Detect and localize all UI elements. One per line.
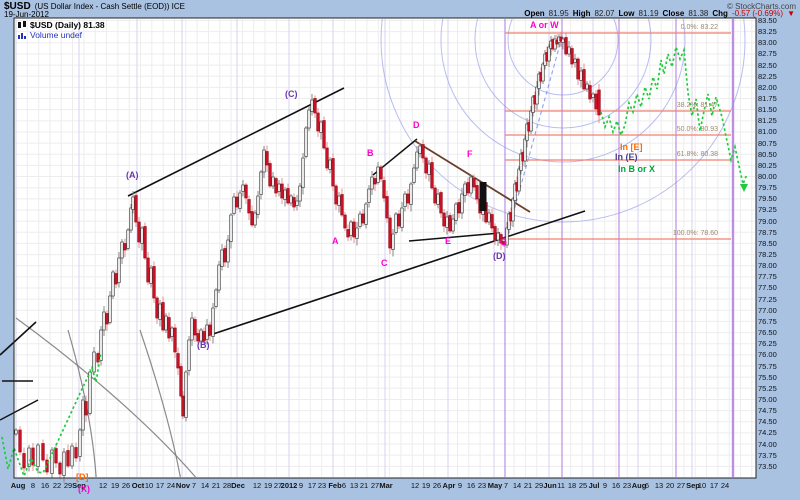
price-legend-text: $USD (Daily) 81.38 (30, 20, 105, 30)
y-axis-label: 78.75 (758, 227, 777, 237)
y-axis-label: 82.50 (758, 60, 777, 70)
y-axis-label: 81.50 (758, 105, 777, 115)
annotation-a-or-w: A or W (530, 20, 559, 30)
volume-series-icon (18, 33, 26, 39)
annotation-c: (C) (285, 89, 298, 99)
annotation-g: G (500, 237, 508, 247)
y-axis-label: 83.50 (758, 16, 777, 26)
y-axis-label: 80.00 (758, 172, 777, 182)
annotation-in-e: In (E) (615, 152, 638, 162)
volume-legend-text: Volume undef (30, 30, 82, 40)
y-axis-label: 75.00 (758, 394, 777, 404)
y-axis-label: 77.25 (758, 294, 777, 304)
annotation-d: (D) (493, 251, 506, 261)
y-axis-label: 77.00 (758, 305, 777, 315)
y-axis-label: 78.00 (758, 261, 777, 271)
y-axis-label: 78.25 (758, 250, 777, 260)
y-axis-label: 79.75 (758, 183, 777, 193)
y-axis-label: 79.50 (758, 194, 777, 204)
y-axis-label: 74.75 (758, 406, 777, 416)
annotation-b: (B) (197, 340, 210, 350)
y-axis-label: 74.25 (758, 428, 777, 438)
y-axis-label: 82.00 (758, 82, 777, 92)
annotation-a: (A) (126, 170, 139, 180)
x-axis-label: 24 (720, 481, 730, 490)
y-axis-label: 83.25 (758, 27, 777, 37)
y-axis-label: 75.25 (758, 383, 777, 393)
y-axis-label: 82.25 (758, 71, 777, 81)
annotation-in-e: In [E] (620, 142, 643, 152)
y-axis-label: 79.00 (758, 216, 777, 226)
price-chart-plot (0, 17, 757, 483)
annotation-f: F (467, 149, 473, 159)
y-axis-label: 73.50 (758, 461, 777, 471)
y-axis-label: 83.00 (758, 38, 777, 48)
y-axis-label: 76.25 (758, 339, 777, 349)
y-axis-label: 75.50 (758, 372, 777, 382)
y-axis-label: 74.00 (758, 439, 777, 449)
fib-level-label: 50.0%: 80.93 (676, 126, 718, 133)
candlestick-series-icon (18, 21, 26, 28)
fib-level-label: 0.0%: 83.22 (680, 24, 718, 31)
annotation-x: (X) (78, 484, 90, 494)
annotation-in-b-or-x: In B or X (618, 164, 656, 174)
y-axis-label: 80.75 (758, 138, 777, 148)
y-axis-label: 82.75 (758, 49, 777, 59)
price-legend: $USD (Daily) 81.38 (17, 20, 105, 30)
y-axis-label: 80.50 (758, 149, 777, 159)
y-axis-label: 77.50 (758, 283, 777, 293)
y-axis-label: 79.25 (758, 205, 777, 215)
y-axis-label: 76.50 (758, 328, 777, 338)
y-axis-label: 81.25 (758, 116, 777, 126)
fib-level-label: 38.2%: 81.47 (676, 102, 718, 109)
black-candle (479, 182, 487, 211)
y-axis-label: 80.25 (758, 160, 777, 170)
y-axis-label: 81.75 (758, 94, 777, 104)
y-axis-label: 76.00 (758, 350, 777, 360)
fib-level-label: 100.0%: 78.60 (672, 230, 718, 237)
annotation-e: E (445, 236, 452, 246)
y-axis-label: 75.75 (758, 361, 777, 371)
y-axis-label: 78.50 (758, 238, 777, 248)
stockcharts-chart-window: $USD (US Dollar Index - Cash Settle (EOD… (0, 0, 800, 500)
y-axis-label: 81.00 (758, 127, 777, 137)
y-axis-label: 77.75 (758, 272, 777, 282)
annotation-c: C (381, 258, 388, 268)
volume-legend: Volume undef (17, 30, 82, 40)
annotation-a: A (332, 236, 339, 246)
fib-level-label: 61.8%: 80.38 (676, 151, 718, 158)
y-axis-label: 73.75 (758, 450, 777, 460)
x-axis-label: Mar (379, 481, 393, 490)
y-axis-label: 74.50 (758, 417, 777, 427)
y-axis-label: 76.75 (758, 316, 777, 326)
annotation-d: [D] (76, 472, 89, 482)
annotation-b: B (367, 148, 374, 158)
annotation-d: D (413, 120, 420, 130)
